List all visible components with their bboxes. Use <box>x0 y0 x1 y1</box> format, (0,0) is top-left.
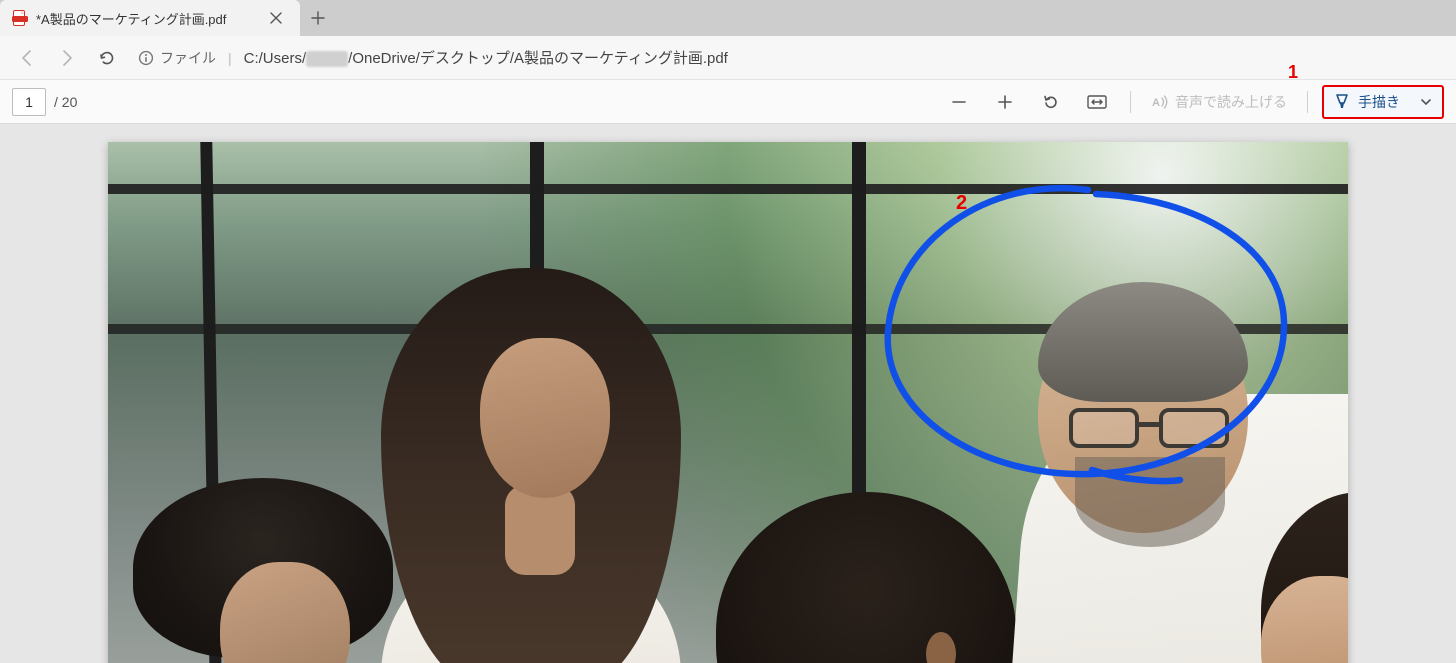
callout-2-label: 2 <box>956 192 967 215</box>
tab-close-button[interactable] <box>264 6 288 30</box>
pdf-favicon-icon <box>12 10 28 26</box>
url-scheme-label: ファイル <box>160 48 216 68</box>
page-number-input[interactable] <box>12 88 46 116</box>
url-text: C:/Users/ /OneDrive/デスクトップ/A製品のマーケティング計画.… <box>244 47 728 68</box>
callout-1-label: 1 <box>1288 62 1298 83</box>
highlighter-icon <box>1334 94 1350 110</box>
svg-text:A: A <box>1152 97 1160 109</box>
pdf-viewport[interactable]: 2 <box>0 124 1456 663</box>
draw-button[interactable]: 手描き <box>1322 85 1444 119</box>
read-aloud-button[interactable]: A 音声で読み上げる <box>1145 92 1293 112</box>
forward-button[interactable] <box>50 41 84 75</box>
read-aloud-label: 音声で読み上げる <box>1175 92 1287 112</box>
browser-tab-strip: *A製品のマーケティング計画.pdf <box>0 0 1456 36</box>
new-tab-button[interactable] <box>300 0 336 36</box>
toolbar-divider <box>1307 91 1308 113</box>
browser-address-bar: ファイル | C:/Users/ /OneDrive/デスクトップ/A製品のマーケ… <box>0 36 1456 80</box>
browser-tab[interactable]: *A製品のマーケティング計画.pdf <box>0 0 300 36</box>
info-icon <box>138 50 154 66</box>
site-info-button[interactable]: ファイル <box>138 48 216 68</box>
refresh-button[interactable] <box>90 41 124 75</box>
back-button[interactable] <box>10 41 44 75</box>
chevron-down-icon <box>1420 96 1432 108</box>
draw-button-label: 手描き <box>1358 92 1400 112</box>
zoom-in-button[interactable] <box>986 85 1024 119</box>
tab-title: *A製品のマーケティング計画.pdf <box>36 9 256 28</box>
rotate-button[interactable] <box>1032 85 1070 119</box>
url-separator: | <box>224 50 236 66</box>
url-suffix: /OneDrive/デスクトップ/A製品のマーケティング計画.pdf <box>348 50 728 67</box>
glasses-icon <box>1069 408 1239 452</box>
pdf-page: 2 <box>108 142 1348 663</box>
redacted-username <box>306 51 348 67</box>
read-aloud-icon: A <box>1151 93 1169 111</box>
page-total-label: / 20 <box>54 94 77 110</box>
address-omnibox[interactable]: ファイル | C:/Users/ /OneDrive/デスクトップ/A製品のマーケ… <box>130 42 1446 74</box>
pdf-toolbar: / 20 A 音声で読み上げる 手描き 1 <box>0 80 1456 124</box>
toolbar-divider <box>1130 91 1131 113</box>
fit-page-button[interactable] <box>1078 85 1116 119</box>
zoom-out-button[interactable] <box>940 85 978 119</box>
url-prefix: C:/Users/ <box>244 50 307 67</box>
